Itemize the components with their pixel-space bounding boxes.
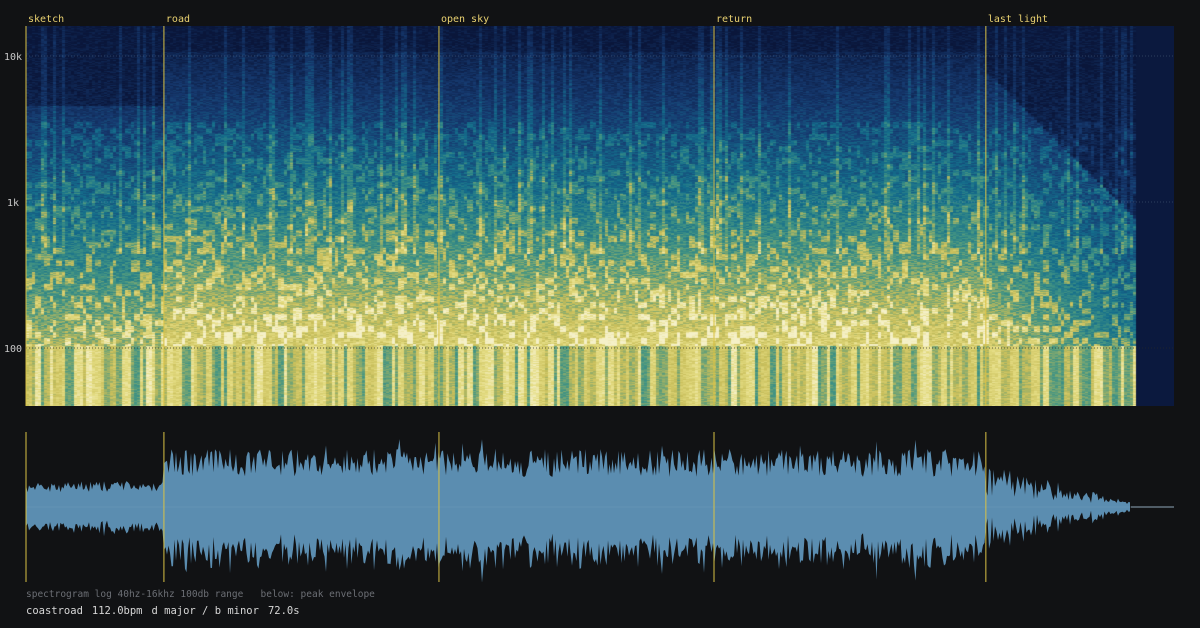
- spectrogram-caption: spectrogram log 40hz-16khz 100db range b…: [26, 589, 375, 600]
- spectrogram-viewer: 10k 1k 100 sketch road open sky return last …: [0, 0, 1200, 628]
- track-bpm: 112.0bpm: [91, 605, 143, 617]
- spectrogram-panel[interactable]: [26, 26, 1174, 406]
- spectrogram-image[interactable]: [26, 26, 1174, 406]
- waveform-envelope: [26, 439, 1130, 582]
- section-label: return: [716, 14, 752, 25]
- track-duration: 72.0s: [267, 605, 300, 617]
- freq-label-10k: 10k: [4, 52, 22, 63]
- track-name: coastroad: [26, 605, 83, 617]
- waveform-panel[interactable]: [26, 432, 1174, 582]
- freq-label-100: 100: [4, 344, 22, 355]
- section-label: open sky: [441, 14, 489, 25]
- track-info: coastroad 112.0bpm d major / b minor 72.0s: [26, 605, 309, 617]
- section-label: last light: [988, 14, 1048, 25]
- section-label: sketch: [28, 14, 64, 25]
- track-key: d major / b minor: [151, 605, 259, 617]
- freq-label-1k: 1k: [7, 198, 19, 209]
- section-label: road: [166, 14, 190, 25]
- peak-envelope-waveform[interactable]: [26, 432, 1174, 582]
